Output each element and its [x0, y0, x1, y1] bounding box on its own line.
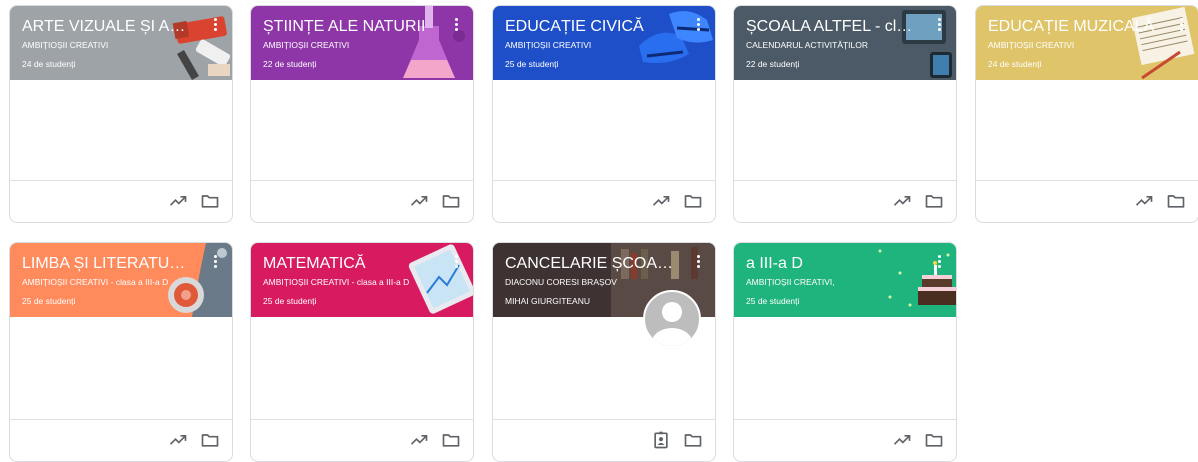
- card-footer: [493, 180, 715, 222]
- card-subtitle: AMBIȚIOȘII CREATIVI,: [746, 277, 835, 287]
- teacher-name: MIHAI GIURGITEANU: [505, 296, 591, 306]
- class-card-stiinte-naturii[interactable]: ȘTIINȚE ALE NATURII AMBIȚIOȘII CREATIVI …: [250, 5, 474, 223]
- card-title[interactable]: ȘTIINȚE ALE NATURII: [263, 16, 435, 38]
- card-title[interactable]: EDUCAȚIE CIVICĂ: [505, 16, 677, 38]
- card-banner: ȘCOALA ALTFEL - cla... CALENDARUL ACTIVI…: [734, 6, 956, 80]
- student-count: 22 de studenți: [263, 59, 317, 69]
- folder-icon[interactable]: [924, 191, 944, 211]
- trending-up-icon[interactable]: [651, 191, 671, 211]
- card-title[interactable]: MATEMATICĂ: [263, 253, 435, 275]
- class-card-matematica[interactable]: MATEMATICĂ AMBIȚIOȘII CREATIVI - clasa a…: [250, 242, 474, 462]
- trending-up-icon[interactable]: [1134, 191, 1154, 211]
- card-subtitle: AMBIȚIOȘII CREATIVI: [505, 40, 592, 50]
- trending-up-icon[interactable]: [168, 191, 188, 211]
- card-body: [493, 317, 715, 420]
- folder-icon[interactable]: [683, 430, 703, 450]
- folder-icon[interactable]: [683, 191, 703, 211]
- class-card-educatie-muzicala[interactable]: EDUCAȚIE MUZICALĂ AMBIȚIOȘII CREATIVI 24…: [975, 5, 1198, 223]
- assignment-ind-icon[interactable]: [651, 430, 671, 450]
- more-options-icon[interactable]: [1176, 16, 1186, 36]
- card-subtitle: AMBIȚIOȘII CREATIVI: [988, 40, 1075, 50]
- student-count: 25 de studenți: [22, 296, 76, 306]
- card-title[interactable]: CANCELARIE ȘCOAL...: [505, 253, 677, 275]
- card-banner: LIMBA ȘI LITERATURA... AMBIȚIOȘII CREATI…: [10, 243, 232, 317]
- more-options-icon[interactable]: [451, 253, 461, 273]
- card-body: [976, 80, 1198, 181]
- class-card-limba-literatura[interactable]: LIMBA ȘI LITERATURA... AMBIȚIOȘII CREATI…: [9, 242, 233, 462]
- card-title[interactable]: EDUCAȚIE MUZICALĂ: [988, 16, 1160, 38]
- folder-icon[interactable]: [441, 191, 461, 211]
- card-title[interactable]: ARTE VIZUALE ȘI ABIL...: [22, 16, 194, 38]
- card-subtitle: AMBIȚIOȘII CREATIVI: [263, 40, 350, 50]
- student-count: 25 de studenți: [505, 59, 559, 69]
- folder-icon[interactable]: [200, 430, 220, 450]
- student-count: 24 de studenți: [22, 59, 76, 69]
- class-card-arte-vizuale[interactable]: ARTE VIZUALE ȘI ABIL... AMBIȚIOȘII CREAT…: [9, 5, 233, 223]
- card-title[interactable]: LIMBA ȘI LITERATURA...: [22, 253, 194, 275]
- card-footer: [10, 180, 232, 222]
- trending-up-icon[interactable]: [168, 430, 188, 450]
- class-card-cancelarie[interactable]: CANCELARIE ȘCOAL... DIACONU CORESI BRAȘO…: [492, 242, 716, 462]
- more-options-icon[interactable]: [451, 16, 461, 36]
- card-footer: [976, 180, 1198, 222]
- card-body: [493, 80, 715, 181]
- card-subtitle: CALENDARUL ACTIVITĂȚILOR: [746, 40, 869, 50]
- card-subtitle: AMBIȚIOȘII CREATIVI - clasa a III-a D: [263, 277, 410, 287]
- card-banner: MATEMATICĂ AMBIȚIOȘII CREATIVI - clasa a…: [251, 243, 473, 317]
- student-count: 22 de studenți: [746, 59, 800, 69]
- card-title[interactable]: ȘCOALA ALTFEL - cla...: [746, 16, 918, 38]
- student-count: 25 de studenți: [746, 296, 800, 306]
- class-card-educatie-civica[interactable]: EDUCAȚIE CIVICĂ AMBIȚIOȘII CREATIVI 25 d…: [492, 5, 716, 223]
- trending-up-icon[interactable]: [409, 191, 429, 211]
- more-options-icon[interactable]: [210, 253, 220, 273]
- card-subtitle: DIACONU CORESI BRAȘOV: [505, 277, 617, 287]
- trending-up-icon[interactable]: [409, 430, 429, 450]
- card-subtitle: AMBIȚIOȘII CREATIVI - clasa a III-a D: [22, 277, 169, 287]
- more-options-icon[interactable]: [693, 16, 703, 36]
- card-banner: EDUCAȚIE CIVICĂ AMBIȚIOȘII CREATIVI 25 d…: [493, 6, 715, 80]
- student-count: 24 de studenți: [988, 59, 1042, 69]
- folder-icon[interactable]: [1166, 191, 1186, 211]
- card-body: [251, 80, 473, 181]
- card-body: [251, 317, 473, 420]
- card-body: [10, 317, 232, 420]
- more-options-icon[interactable]: [210, 16, 220, 36]
- folder-icon[interactable]: [441, 430, 461, 450]
- card-title[interactable]: a III-a D: [746, 253, 918, 275]
- more-options-icon[interactable]: [934, 253, 944, 273]
- card-banner: EDUCAȚIE MUZICALĂ AMBIȚIOȘII CREATIVI 24…: [976, 6, 1198, 80]
- card-body: [734, 80, 956, 181]
- card-body: [734, 317, 956, 420]
- folder-icon[interactable]: [200, 191, 220, 211]
- trending-up-icon[interactable]: [892, 430, 912, 450]
- trending-up-icon[interactable]: [892, 191, 912, 211]
- card-footer: [251, 180, 473, 222]
- card-banner: ARTE VIZUALE ȘI ABIL... AMBIȚIOȘII CREAT…: [10, 6, 232, 80]
- more-options-icon[interactable]: [693, 253, 703, 273]
- folder-icon[interactable]: [924, 430, 944, 450]
- card-banner: a III-a D AMBIȚIOȘII CREATIVI, 25 de stu…: [734, 243, 956, 317]
- card-body: [10, 80, 232, 181]
- class-card-scoala-altfel[interactable]: ȘCOALA ALTFEL - cla... CALENDARUL ACTIVI…: [733, 5, 957, 223]
- card-subtitle: AMBIȚIOȘII CREATIVI: [22, 40, 109, 50]
- student-count: 25 de studenți: [263, 296, 317, 306]
- card-banner: ȘTIINȚE ALE NATURII AMBIȚIOȘII CREATIVI …: [251, 6, 473, 80]
- card-footer: [734, 180, 956, 222]
- more-options-icon[interactable]: [934, 16, 944, 36]
- class-card-a-iii-a-d[interactable]: a III-a D AMBIȚIOȘII CREATIVI, 25 de stu…: [733, 242, 957, 462]
